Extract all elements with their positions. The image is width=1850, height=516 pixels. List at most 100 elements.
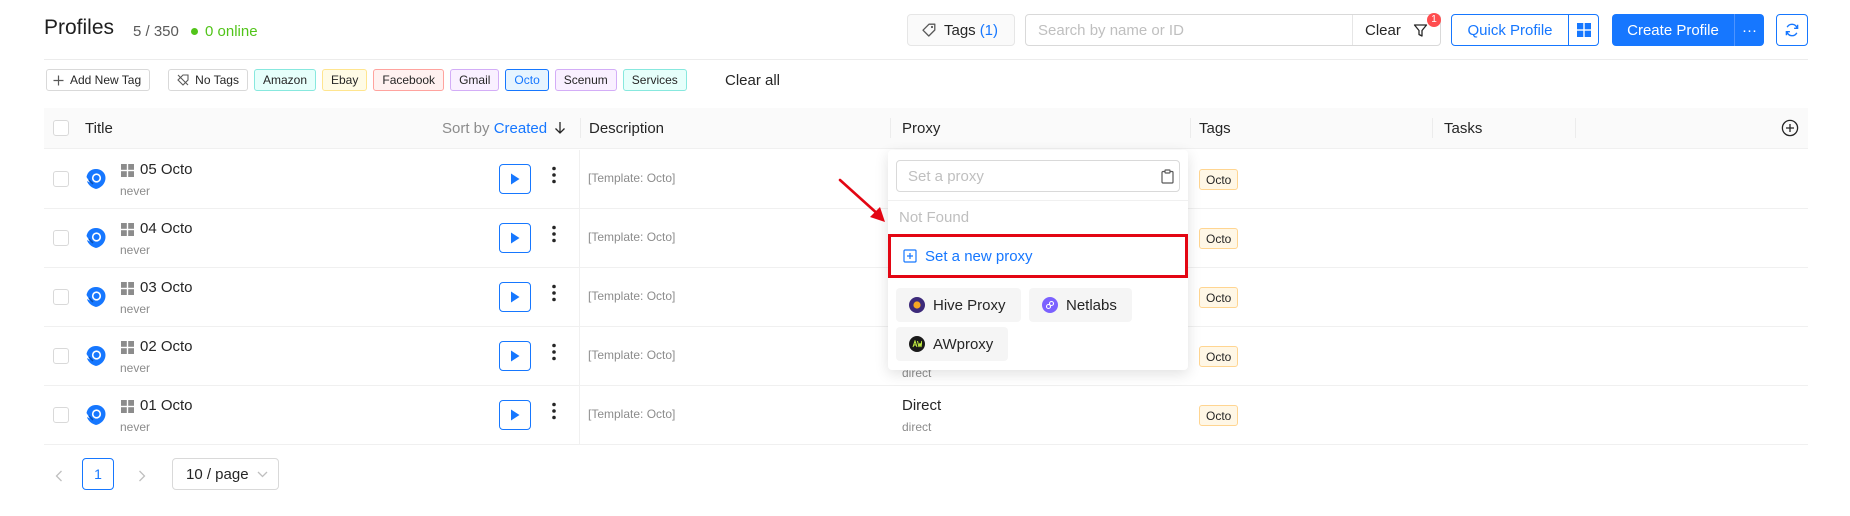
proxy-name[interactable]: Direct	[902, 397, 941, 414]
no-tag-icon	[177, 74, 189, 86]
search-clear-button[interactable]: Clear	[1365, 22, 1401, 39]
profile-description: [Template: Octo]	[588, 230, 676, 244]
next-page-icon[interactable]	[138, 470, 146, 482]
more-actions-icon[interactable]	[552, 225, 556, 243]
header-divider	[44, 59, 1808, 60]
search-divider	[1352, 15, 1353, 45]
prev-page-icon[interactable]	[55, 470, 63, 482]
more-actions-icon[interactable]	[552, 166, 556, 184]
netlabs-icon	[1042, 297, 1058, 313]
profile-name[interactable]: 04 Octo	[140, 220, 193, 237]
row-checkbox[interactable]	[53, 289, 69, 305]
tags-button-label: Tags	[944, 21, 976, 39]
profile-name[interactable]: 01 Octo	[140, 397, 193, 414]
select-all-checkbox[interactable]	[53, 120, 69, 136]
profile-description: [Template: Octo]	[588, 289, 676, 303]
tag-filter-ebay[interactable]: Ebay	[322, 69, 368, 91]
plus-square-icon	[903, 249, 917, 263]
online-count: 0 online	[205, 23, 258, 40]
profile-last-used: never	[120, 302, 151, 316]
add-new-tag-button[interactable]: Add New Tag	[46, 69, 151, 91]
tags-button[interactable]: Tags (1)	[907, 14, 1015, 46]
profile-tag: Octo	[1199, 287, 1239, 308]
play-icon	[511, 173, 520, 185]
provider-name: AWproxy	[933, 335, 994, 353]
refresh-button[interactable]	[1776, 14, 1808, 46]
profile-name[interactable]: 03 Octo	[140, 279, 193, 296]
octo-browser-icon	[84, 403, 108, 427]
column-divider	[580, 118, 581, 138]
plus-icon	[53, 75, 64, 85]
create-profile-more-button[interactable]: ···	[1734, 14, 1764, 46]
column-tasks: Tasks	[1444, 120, 1483, 137]
create-profile-button[interactable]: Create Profile	[1612, 14, 1734, 46]
tag-filter-facebook[interactable]: Facebook	[373, 69, 445, 91]
column-proxy: Proxy	[902, 120, 941, 137]
start-profile-button[interactable]	[499, 223, 531, 253]
dropdown-divider	[888, 200, 1188, 201]
row-checkbox[interactable]	[53, 230, 69, 246]
more-actions-icon[interactable]	[552, 402, 556, 420]
tag-filter-scenum[interactable]: Scenum	[554, 69, 617, 91]
tag-filter-gmail[interactable]: Gmail	[450, 69, 500, 91]
proxy-input[interactable]	[897, 161, 1147, 191]
windows-icon	[121, 164, 134, 177]
no-tags-filter[interactable]: No Tags	[168, 69, 248, 91]
online-status-dot	[191, 28, 198, 35]
proxy-provider-awproxy[interactable]: AWproxy	[896, 327, 1009, 361]
filter-icon[interactable]	[1413, 23, 1428, 38]
row-checkbox[interactable]	[53, 407, 69, 423]
page-size-select[interactable]: 10 / page	[172, 458, 279, 490]
paste-clipboard-icon[interactable]	[1161, 169, 1174, 184]
os-select-button[interactable]	[1568, 14, 1599, 46]
profile-last-used: never	[120, 184, 151, 198]
start-profile-button[interactable]	[499, 400, 531, 430]
proxy-provider-netlabs[interactable]: Netlabs	[1029, 288, 1132, 322]
profile-description: [Template: Octo]	[588, 348, 676, 362]
profile-tag: Octo	[1199, 405, 1239, 426]
tag-icon	[922, 23, 936, 37]
profile-name[interactable]: 02 Octo	[140, 338, 193, 355]
search-input[interactable]	[1026, 15, 1351, 45]
octo-browser-icon	[84, 285, 108, 309]
more-actions-icon[interactable]	[552, 284, 556, 302]
tag-filter-services[interactable]: Services	[622, 69, 687, 91]
start-profile-button[interactable]	[499, 341, 531, 371]
windows-icon	[121, 400, 134, 413]
row-checkbox[interactable]	[53, 348, 69, 364]
play-icon	[511, 232, 520, 244]
column-tags: Tags	[1199, 120, 1231, 137]
quick-profile-button[interactable]: Quick Profile	[1451, 14, 1569, 46]
profile-last-used: never	[120, 420, 151, 434]
row-checkbox[interactable]	[53, 171, 69, 187]
page-title: Profiles	[44, 16, 115, 39]
octo-browser-icon	[84, 226, 108, 250]
set-new-proxy-button[interactable]: Set a new proxy	[888, 234, 1188, 278]
profile-description: [Template: Octo]	[588, 171, 676, 185]
profile-tag: Octo	[1199, 228, 1239, 249]
proxy-provider-hive[interactable]: Hive Proxy	[896, 288, 1021, 322]
start-profile-button[interactable]	[499, 164, 531, 194]
profile-count: 5 / 350	[133, 23, 179, 40]
octo-browser-icon	[84, 167, 108, 191]
search-box: Clear	[1025, 14, 1441, 46]
tag-filter-bar: Add New Tag No Tags Amazon Ebay Facebook…	[46, 69, 693, 91]
windows-icon	[121, 282, 134, 295]
add-column-icon[interactable]	[1781, 119, 1799, 137]
start-profile-button[interactable]	[499, 282, 531, 312]
play-icon	[511, 350, 520, 362]
tag-filter-amazon[interactable]: Amazon	[253, 69, 316, 91]
page-number-current[interactable]: 1	[82, 458, 114, 490]
column-divider	[1190, 118, 1191, 138]
column-title: Title	[85, 120, 113, 137]
table-header: Title Sort by Created Description Proxy …	[44, 108, 1808, 149]
sort-control[interactable]: Sort by Created	[442, 120, 566, 137]
octo-browser-icon	[84, 344, 108, 368]
chevron-down-icon	[257, 471, 268, 477]
more-actions-icon[interactable]	[552, 343, 556, 361]
tag-filter-octo[interactable]: Octo	[505, 69, 549, 91]
not-found-text: Not Found	[899, 209, 970, 226]
add-new-tag-label: Add New Tag	[70, 73, 142, 87]
profile-name[interactable]: 05 Octo	[140, 161, 193, 178]
clear-all-tags-button[interactable]: Clear all	[725, 72, 780, 89]
